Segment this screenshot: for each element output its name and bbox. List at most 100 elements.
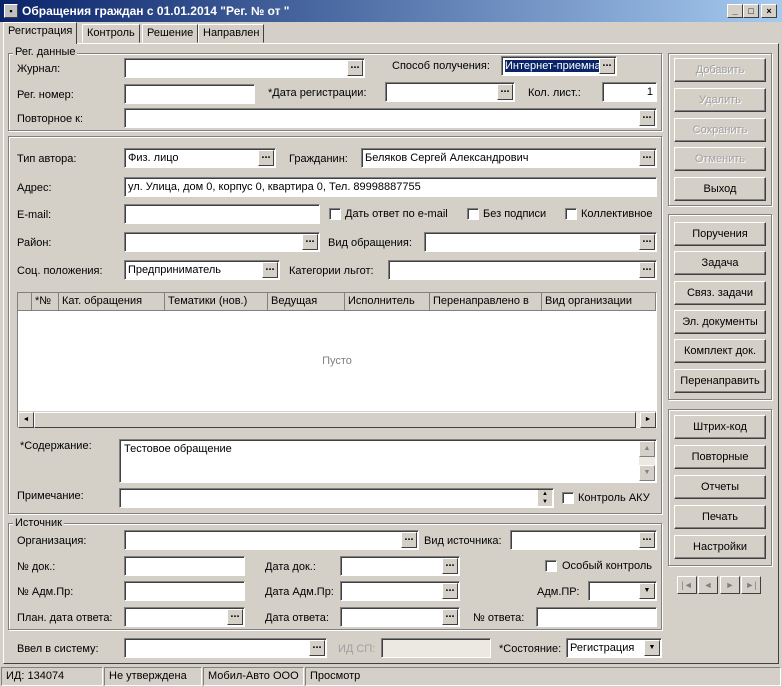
- tab-control[interactable]: Контроль: [82, 24, 140, 43]
- table-header-redirected[interactable]: Перенаправлено в: [430, 293, 542, 311]
- note-spin-up-icon[interactable]: ▲: [538, 490, 552, 498]
- content-textarea[interactable]: Тестовое обращение ▲ ▼: [119, 439, 657, 483]
- benefit-field[interactable]: ...: [388, 260, 657, 280]
- docnum-field[interactable]: [124, 556, 245, 576]
- doc-kit-button[interactable]: Комплект док.: [674, 339, 766, 363]
- org-field[interactable]: ...: [124, 530, 419, 550]
- special-control-checkbox[interactable]: [545, 560, 557, 572]
- scroll-up-icon[interactable]: ▲: [639, 441, 655, 457]
- save-button[interactable]: Сохранить: [674, 118, 766, 142]
- nav-next-icon[interactable]: ►: [720, 576, 740, 594]
- tab-decision[interactable]: Решение: [142, 24, 199, 43]
- plan-date-field[interactable]: ...: [124, 607, 245, 627]
- no-signature-checkbox[interactable]: [467, 208, 479, 220]
- social-field[interactable]: Предприниматель...: [124, 260, 280, 280]
- address-field[interactable]: ул. Улица, дом 0, корпус 0, квартира 0, …: [124, 177, 657, 197]
- regdate-field[interactable]: ...: [385, 82, 515, 102]
- nav-prev-icon[interactable]: ◄: [698, 576, 718, 594]
- scroll-thumb[interactable]: [34, 412, 636, 428]
- answer-date-browse-button[interactable]: ...: [442, 609, 458, 625]
- close-button[interactable]: ×: [761, 4, 777, 18]
- source-kind-field[interactable]: ...: [510, 530, 657, 550]
- cancel-button[interactable]: Отменить: [674, 147, 766, 171]
- orders-button[interactable]: Поручения: [674, 222, 766, 246]
- method-browse-button[interactable]: ...: [599, 58, 615, 74]
- repeats-button[interactable]: Повторные: [674, 445, 766, 469]
- plan-date-browse-button[interactable]: ...: [227, 609, 243, 625]
- admnum-field[interactable]: [124, 581, 245, 601]
- appeal-kind-field[interactable]: ...: [424, 232, 657, 252]
- note-spin-down-icon[interactable]: ▼: [538, 498, 552, 506]
- answer-num-field[interactable]: [536, 607, 657, 627]
- reports-button[interactable]: Отчеты: [674, 475, 766, 499]
- print-button[interactable]: Печать: [674, 505, 766, 529]
- edocs-button[interactable]: Эл. документы: [674, 310, 766, 334]
- district-field[interactable]: ...: [124, 232, 320, 252]
- nav-first-icon[interactable]: |◄: [677, 576, 697, 594]
- minimize-button[interactable]: _: [727, 4, 743, 18]
- appeal-categories-table[interactable]: *№ Кат. обращения Тематики (нов.) Ведуща…: [17, 292, 657, 428]
- repeat-browse-button[interactable]: ...: [639, 110, 655, 126]
- adm-select[interactable]: ▼: [588, 581, 657, 601]
- settings-button[interactable]: Настройки: [674, 535, 766, 559]
- exit-button[interactable]: Выход: [674, 177, 766, 201]
- org-browse-button[interactable]: ...: [401, 532, 417, 548]
- journal-field[interactable]: ...: [124, 58, 365, 78]
- admdate-field[interactable]: ...: [340, 581, 460, 601]
- appeal-kind-browse-button[interactable]: ...: [639, 234, 655, 250]
- benefit-browse-button[interactable]: ...: [639, 262, 655, 278]
- linked-tasks-button[interactable]: Связ. задачи: [674, 281, 766, 305]
- entered-field[interactable]: ...: [124, 638, 327, 658]
- state-select[interactable]: Регистрация ▼: [566, 638, 662, 658]
- table-header-topics[interactable]: Тематики (нов.): [165, 293, 268, 311]
- table-header-org-kind[interactable]: Вид организации: [542, 293, 656, 311]
- sheets-field[interactable]: 1: [602, 82, 657, 102]
- answer-date-field[interactable]: ...: [340, 607, 460, 627]
- author-type-browse-button[interactable]: ...: [258, 150, 274, 166]
- scroll-right-icon[interactable]: ►: [640, 412, 656, 428]
- collective-checkbox[interactable]: [565, 208, 577, 220]
- table-header-executor[interactable]: Исполнитель: [345, 293, 430, 311]
- content-scrollbar[interactable]: ▲ ▼: [639, 441, 655, 481]
- admdate-browse-button[interactable]: ...: [442, 583, 458, 599]
- district-browse-button[interactable]: ...: [302, 234, 318, 250]
- author-type-field[interactable]: Физ. лицо...: [124, 148, 276, 168]
- citizen-browse-button[interactable]: ...: [639, 150, 655, 166]
- email-field[interactable]: [124, 204, 320, 224]
- tab-registration[interactable]: Регистрация: [3, 22, 78, 44]
- note-field[interactable]: ▲ ▼: [119, 488, 554, 508]
- nav-last-icon[interactable]: ►|: [741, 576, 761, 594]
- content-label: *Содержание:: [20, 440, 92, 452]
- adm-dropdown-icon[interactable]: ▼: [639, 583, 655, 599]
- table-header-num[interactable]: *№: [32, 293, 59, 311]
- repeat-field[interactable]: ...: [124, 108, 657, 128]
- task-button[interactable]: Задача: [674, 251, 766, 275]
- state-dropdown-icon[interactable]: ▼: [644, 640, 660, 656]
- scroll-left-icon[interactable]: ◄: [18, 412, 34, 428]
- email-answer-checkbox[interactable]: [329, 208, 341, 220]
- journal-browse-button[interactable]: ...: [347, 60, 363, 76]
- sheets-label: Кол. лист.:: [528, 87, 581, 99]
- scroll-down-icon[interactable]: ▼: [639, 465, 655, 481]
- add-button[interactable]: Добавить: [674, 58, 766, 82]
- tab-directed[interactable]: Направлен: [198, 24, 265, 43]
- regnum-field[interactable]: [124, 84, 255, 104]
- regdate-browse-button[interactable]: ...: [497, 84, 513, 100]
- social-browse-button[interactable]: ...: [262, 262, 278, 278]
- delete-button[interactable]: Удалить: [674, 88, 766, 112]
- docdate-browse-button[interactable]: ...: [442, 558, 458, 574]
- method-field[interactable]: Интернет-приемна...: [501, 56, 617, 76]
- table-header-lead[interactable]: Ведущая: [268, 293, 345, 311]
- citizen-field[interactable]: Беляков Сергей Александрович...: [361, 148, 657, 168]
- table-header-category[interactable]: Кат. обращения: [59, 293, 165, 311]
- maximize-button[interactable]: □: [743, 4, 759, 18]
- docdate-field[interactable]: ...: [340, 556, 460, 576]
- district-label: Район:: [17, 237, 52, 249]
- source-kind-browse-button[interactable]: ...: [639, 532, 655, 548]
- table-horizontal-scrollbar[interactable]: ◄ ►: [18, 411, 656, 428]
- entered-browse-button[interactable]: ...: [309, 640, 325, 656]
- citizen-label: Гражданин:: [289, 153, 348, 165]
- redirect-button[interactable]: Перенаправить: [674, 369, 766, 393]
- aku-checkbox[interactable]: [562, 492, 574, 504]
- barcode-button[interactable]: Штрих-код: [674, 415, 766, 439]
